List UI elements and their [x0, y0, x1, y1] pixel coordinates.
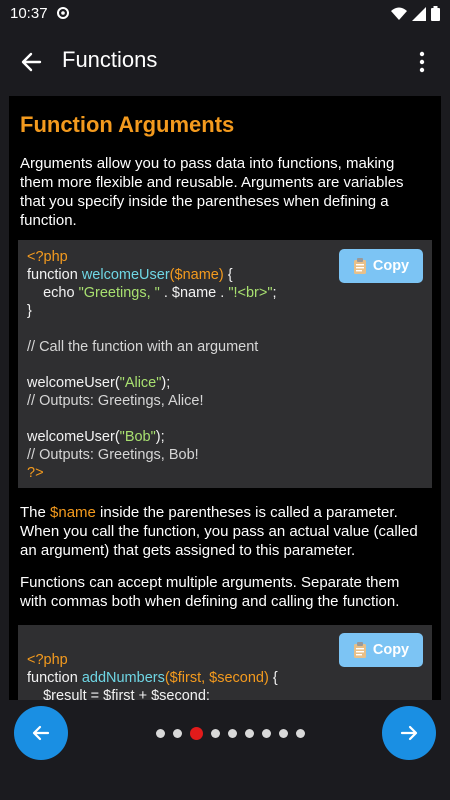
settings-gear-icon: [56, 6, 70, 25]
page-indicator: [156, 727, 305, 740]
next-page-button[interactable]: [382, 706, 436, 760]
status-bar: 10:37: [0, 0, 450, 28]
paragraph-multiple-args: Functions can accept multiple arguments.…: [20, 574, 400, 610]
page-dot: [279, 729, 288, 738]
status-time: 10:37: [10, 5, 48, 22]
more-options-button[interactable]: [416, 50, 428, 74]
code-block: <?php function addNumbers($first, $secon…: [18, 625, 432, 700]
copy-label: Copy: [372, 258, 410, 274]
paragraph-parameter: The $name inside the parentheses is call…: [20, 504, 418, 559]
page-title: Functions: [62, 47, 158, 72]
code-text: <?php function welcomeUser($name) { echo…: [27, 249, 277, 481]
page-dot-active: [190, 727, 203, 740]
code-block: <?php function welcomeUser($name) { echo…: [18, 240, 432, 488]
bottom-navigation: [0, 700, 450, 800]
page-dot: [156, 729, 165, 738]
page-dot: [211, 729, 220, 738]
copy-button[interactable]: Copy: [339, 633, 423, 667]
page-dot: [296, 729, 305, 738]
arrow-right-icon: [400, 725, 418, 741]
copy-label: Copy: [372, 642, 410, 658]
wifi-icon: [391, 7, 407, 20]
lesson-content[interactable]: Function Arguments Arguments allow you t…: [9, 96, 441, 700]
page-dot: [245, 729, 254, 738]
battery-icon: [431, 6, 440, 21]
copy-button[interactable]: Copy: [339, 249, 423, 283]
page-dot: [262, 729, 271, 738]
paragraph-intro: Arguments allow you to pass data into fu…: [20, 155, 404, 229]
back-button[interactable]: [18, 48, 46, 76]
page-dot: [173, 729, 182, 738]
previous-page-button[interactable]: [14, 706, 68, 760]
cell-signal-icon: [412, 6, 426, 21]
app-bar: Functions: [0, 28, 450, 94]
arrow-left-icon: [32, 725, 50, 741]
clipboard-icon: [353, 258, 366, 274]
status-icons: [391, 6, 440, 21]
page-dot: [228, 729, 237, 738]
code-text: <?php function addNumbers($first, $secon…: [27, 652, 278, 700]
clipboard-icon: [353, 642, 366, 658]
more-vertical-icon: [419, 51, 425, 73]
section-heading: Function Arguments: [20, 112, 235, 137]
arrow-left-icon: [21, 52, 42, 72]
